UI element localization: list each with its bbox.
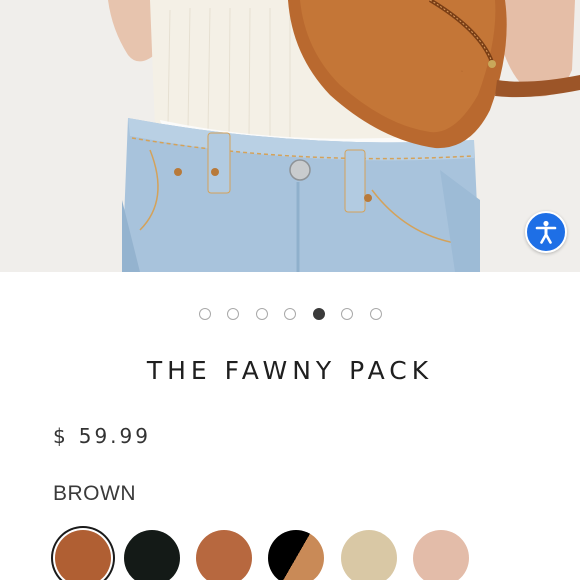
swatch-black[interactable] — [124, 530, 180, 580]
carousel-dot[interactable] — [256, 308, 268, 320]
carousel-dot[interactable] — [370, 308, 382, 320]
swatch-sand[interactable] — [341, 530, 397, 580]
color-swatches — [0, 530, 580, 580]
product-title: THE FAWNY PACK — [146, 356, 434, 385]
accessibility-icon — [532, 218, 560, 246]
swatch-brown[interactable] — [55, 530, 111, 580]
accessibility-button[interactable] — [525, 211, 567, 253]
carousel-dot[interactable] — [227, 308, 239, 320]
swatch-rust[interactable] — [196, 530, 252, 580]
carousel-dot[interactable] — [199, 308, 211, 320]
carousel-dots — [0, 307, 580, 321]
swatch-blush[interactable] — [413, 530, 469, 580]
price-value: 59.99 — [78, 424, 151, 448]
product-price: $59.99 — [53, 424, 151, 448]
carousel-dot[interactable] — [313, 308, 325, 320]
price-currency: $ — [53, 424, 69, 448]
carousel-dot[interactable] — [284, 308, 296, 320]
product-image[interactable]: . — [0, 0, 580, 272]
swatch-black-tan[interactable] — [268, 530, 324, 580]
selected-color-label: BROWN — [53, 482, 136, 505]
product-photo-illustration: . — [0, 0, 580, 272]
carousel-dot[interactable] — [341, 308, 353, 320]
